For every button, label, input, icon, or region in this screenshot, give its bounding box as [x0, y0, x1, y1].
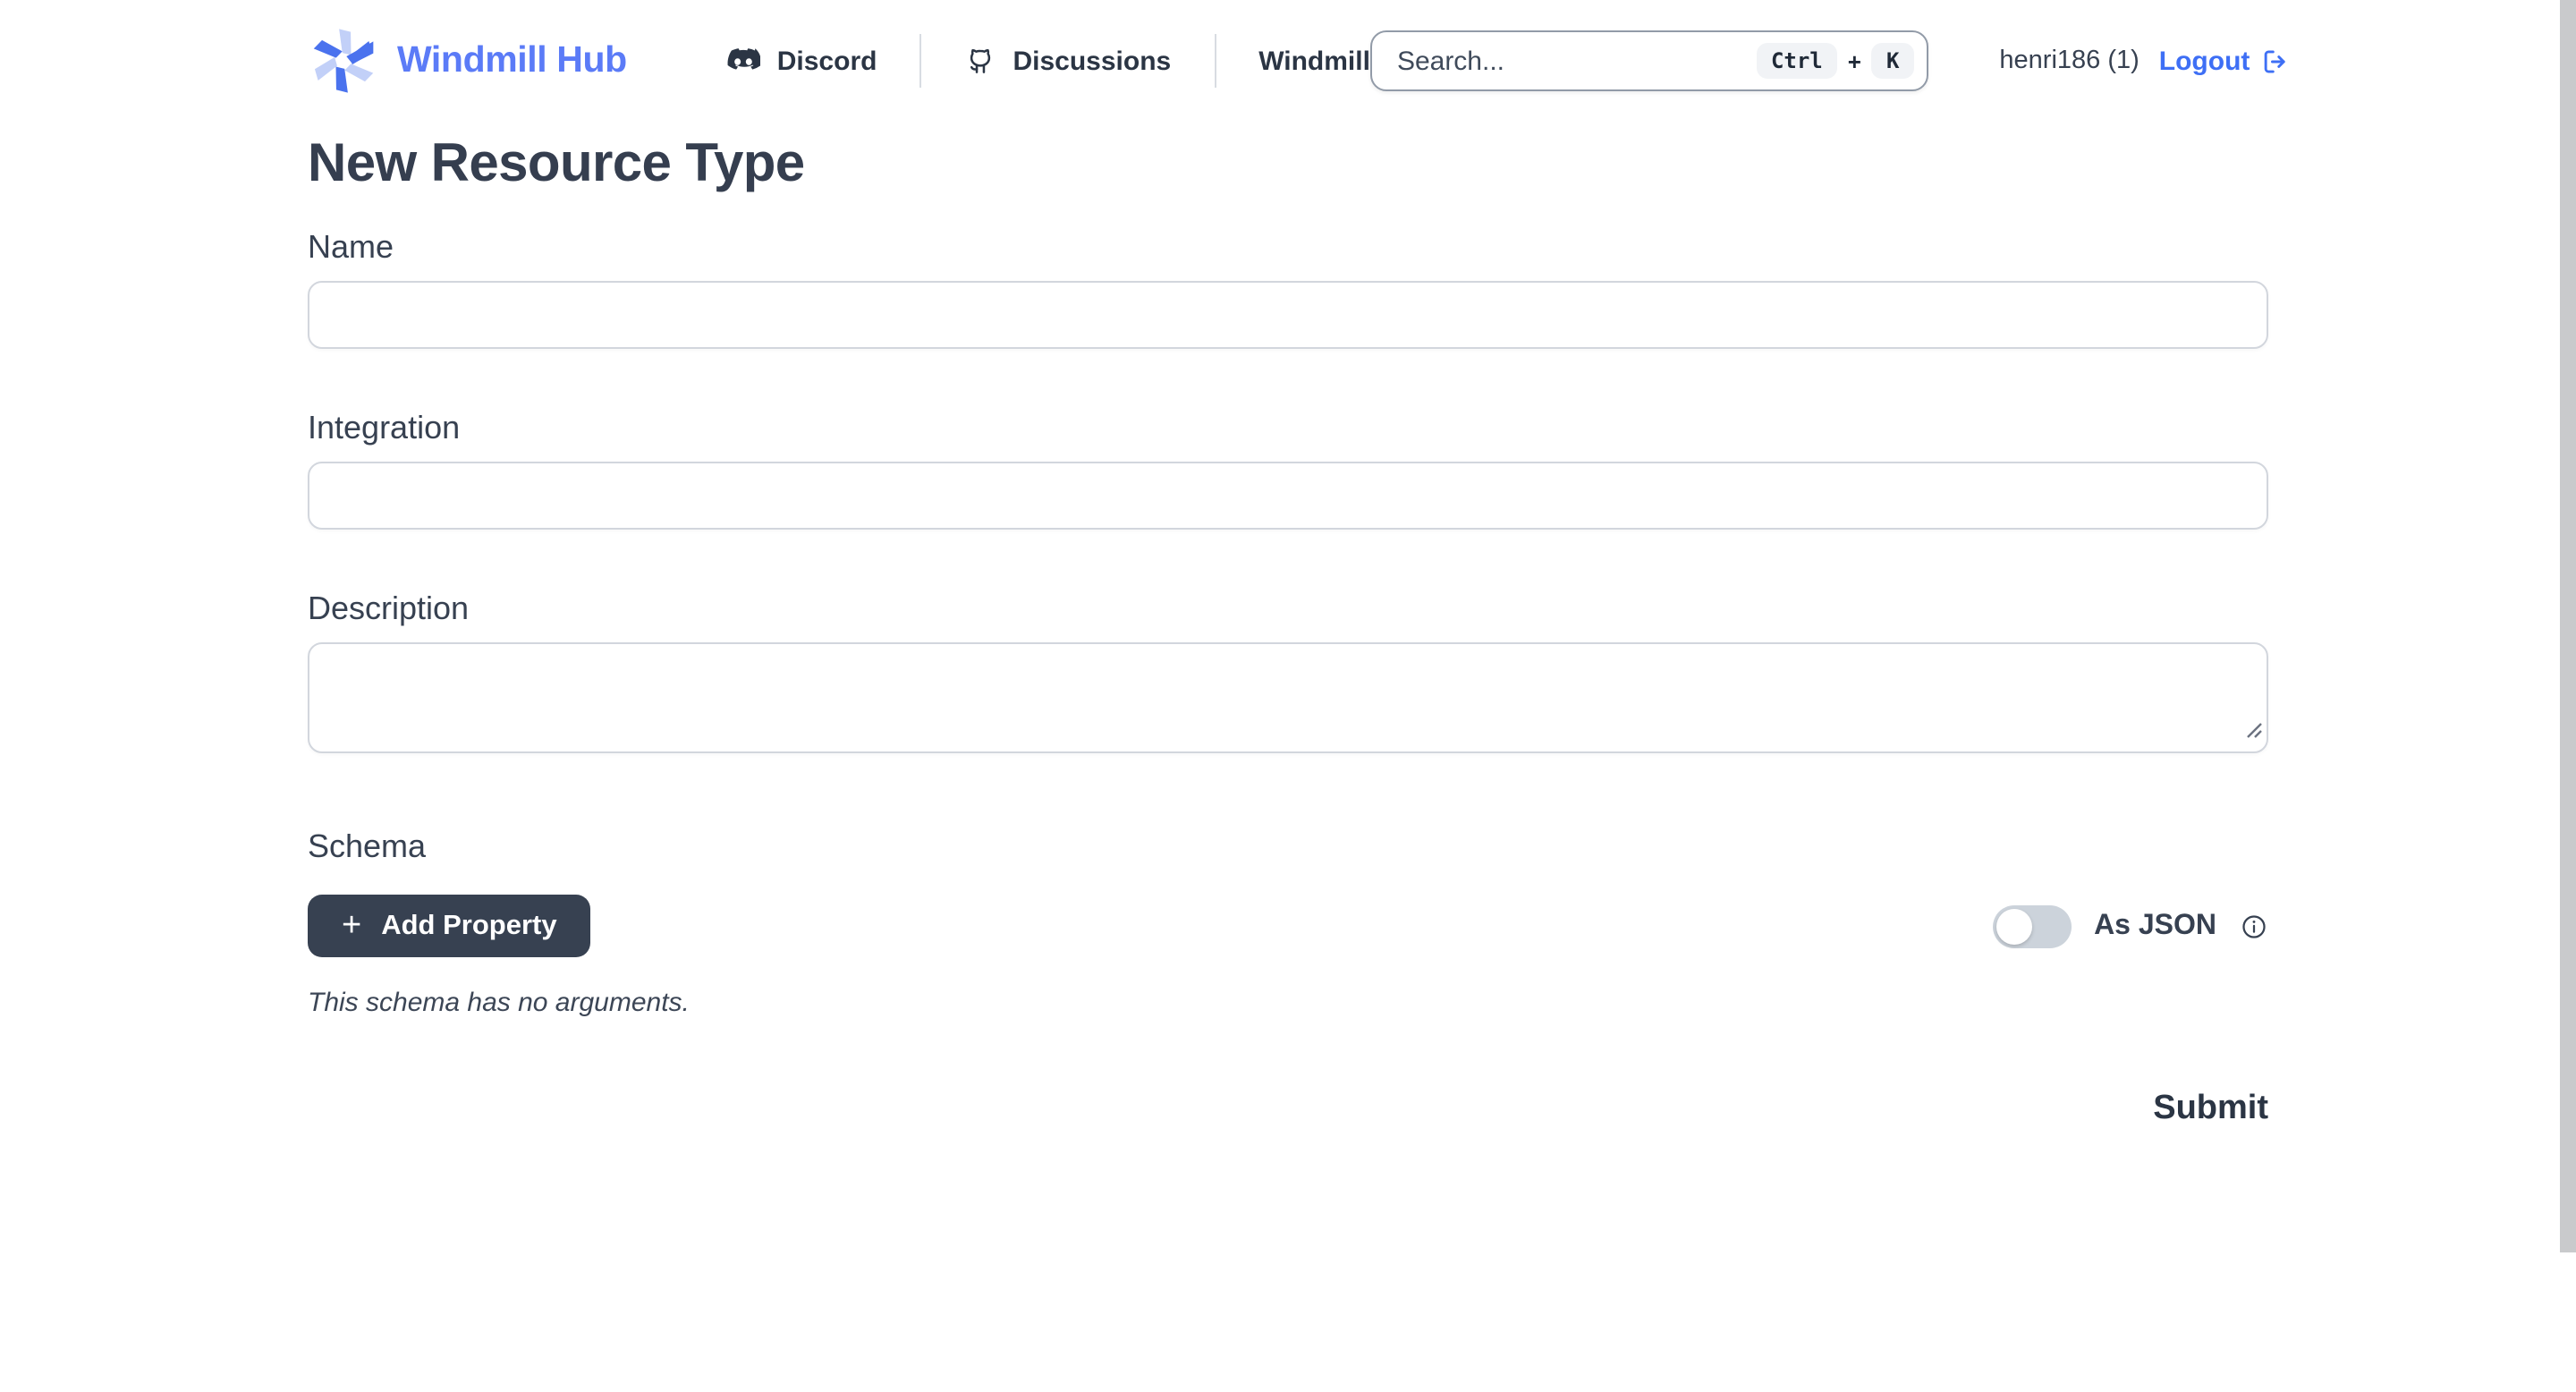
submit-button[interactable]: Submit	[2153, 1090, 2268, 1129]
schema-empty-note: This schema has no arguments.	[308, 988, 2268, 1018]
discord-icon	[727, 47, 761, 74]
nav-link-label: Discussions	[1013, 46, 1171, 76]
brand-logo-link[interactable]: Windmill Hub	[308, 25, 627, 97]
toggle-knob	[1996, 908, 2031, 944]
nav-link-discussions[interactable]: Discussions	[964, 45, 1171, 77]
name-input[interactable]	[308, 281, 2268, 349]
logout-label: Logout	[2159, 46, 2250, 76]
schema-label: Schema	[308, 825, 2268, 868]
info-icon[interactable]	[2240, 912, 2268, 940]
logout-link[interactable]: Logout	[2159, 46, 2290, 76]
nav-link-label: Discord	[777, 46, 877, 76]
github-discussions-icon	[964, 45, 996, 77]
main-content: New Resource Type Name Integration Descr…	[308, 132, 2268, 1129]
nav-divider	[919, 34, 921, 88]
description-field-group: Description	[308, 587, 2268, 753]
plus-icon: +	[342, 908, 361, 942]
description-label: Description	[308, 587, 2268, 630]
add-property-label: Add Property	[381, 910, 556, 942]
username-text: henri186 (1)	[1999, 47, 2139, 75]
integration-label: Integration	[308, 406, 2268, 449]
description-textarea[interactable]	[308, 642, 2268, 753]
page: Windmill Hub Discord	[0, 0, 2576, 1392]
page-title: New Resource Type	[308, 132, 2268, 197]
as-json-controls: As JSON	[1992, 904, 2268, 947]
schema-section: Schema + Add Property As JSON	[308, 825, 2268, 1018]
main-nav: Discord Discussions Windmill	[727, 34, 1370, 88]
scrollbar-thumb[interactable]	[2560, 0, 2576, 1252]
nav-link-label: Windmill	[1258, 46, 1370, 76]
search-input[interactable]	[1394, 44, 1757, 78]
nav-link-windmill[interactable]: Windmill	[1258, 46, 1370, 76]
search-bar: Ctrl + K	[1370, 30, 1928, 91]
kbd-k-badge: K	[1872, 43, 1913, 79]
name-label: Name	[308, 225, 2268, 268]
resource-type-form: Name Integration Description	[308, 225, 2268, 1129]
brand-name: Windmill Hub	[397, 39, 627, 82]
kbd-ctrl-badge: Ctrl	[1757, 43, 1837, 79]
windmill-logo-icon	[308, 25, 379, 97]
kbd-plus-sign: +	[1848, 47, 1861, 74]
integration-field-group: Integration	[308, 406, 2268, 530]
as-json-label: As JSON	[2094, 910, 2216, 942]
nav-divider	[1214, 34, 1216, 88]
integration-input[interactable]	[308, 462, 2268, 530]
nav-link-discord[interactable]: Discord	[727, 46, 877, 76]
add-property-button[interactable]: + Add Property	[308, 895, 591, 957]
logout-icon	[2258, 46, 2289, 76]
top-navbar: Windmill Hub Discord	[0, 0, 2576, 122]
as-json-toggle[interactable]	[1992, 904, 2071, 947]
user-area: henri186 (1) Logout	[1999, 46, 2289, 76]
name-field-group: Name	[308, 225, 2268, 349]
